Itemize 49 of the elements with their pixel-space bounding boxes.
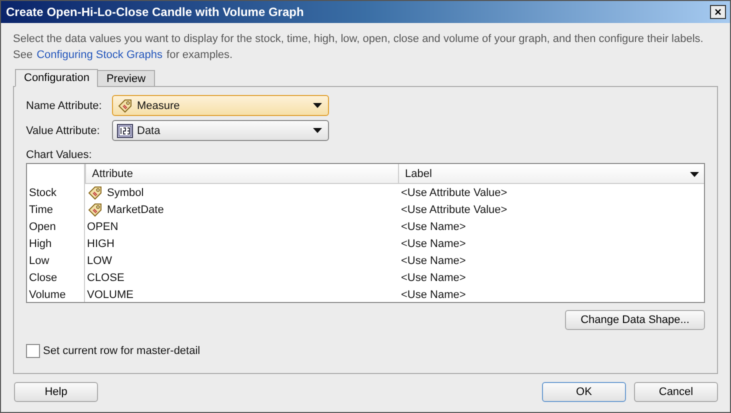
field-label: Value Attribute:	[26, 124, 101, 136]
table-cell[interactable]: <Use Name>	[398, 252, 704, 269]
row-header: Close	[27, 269, 85, 286]
table-cell[interactable]: CLOSE	[85, 269, 398, 286]
table-cell[interactable]: Symbol	[85, 184, 398, 201]
table-cell[interactable]: <Use Attribute Value>	[398, 201, 704, 218]
tag-icon	[87, 202, 103, 218]
checkbox-label: Set current row for master-detail	[43, 345, 200, 357]
table-cell[interactable]: MarketDate	[85, 201, 398, 218]
caret-icon	[313, 103, 322, 108]
row-header: Volume	[27, 286, 85, 302]
column-header[interactable]: Attribute	[85, 164, 398, 184]
row-header: Stock	[27, 184, 85, 201]
checkbox[interactable]	[26, 344, 40, 358]
row-header: High	[27, 235, 85, 252]
section-label: Chart Values:	[26, 149, 93, 161]
column-header[interactable]: Label	[398, 164, 704, 184]
tag-icon	[117, 98, 133, 114]
dialog-button[interactable]: OK	[542, 382, 626, 402]
dropdown[interactable]: Measure	[112, 95, 329, 116]
description-text: for examples.	[166, 48, 233, 63]
close-button[interactable]: ×	[710, 5, 726, 19]
dialog-button[interactable]: Help	[14, 382, 98, 402]
dialog-button[interactable]: Cancel	[634, 382, 718, 402]
tab[interactable]: Configuration	[15, 69, 98, 87]
caret-icon	[313, 128, 322, 133]
row-header: Low	[27, 252, 85, 269]
caret-icon	[690, 172, 699, 176]
table-cell[interactable]: VOLUME	[85, 286, 398, 302]
row-header: Time	[27, 201, 85, 218]
table-cell[interactable]: <Use Name>	[398, 269, 704, 286]
table-cell[interactable]: <Use Name>	[398, 235, 704, 252]
window-title: Create Open-Hi-Lo-Close Candle with Volume Graph	[6, 5, 304, 19]
table-cell[interactable]: HIGH	[85, 235, 398, 252]
table-cell[interactable]: <Use Name>	[398, 286, 704, 302]
tab[interactable]: Preview	[97, 70, 155, 87]
change-data-shape-button[interactable]: Change Data Shape...	[565, 310, 705, 330]
number-icon	[117, 124, 133, 138]
table-cell[interactable]: LOW	[85, 252, 398, 269]
help-link[interactable]: Configuring Stock Graphs	[36, 47, 163, 63]
description-text: Select the data values you want to display for the stock, time, high, low, open, close and volume of your graph, and then configure their labels.	[13, 32, 704, 47]
field-label: Name Attribute:	[26, 100, 103, 112]
dropdown[interactable]: Data	[112, 120, 329, 141]
description-text: See	[13, 48, 33, 63]
table-cell[interactable]: <Use Name>	[398, 218, 704, 235]
table-cell[interactable]: OPEN	[85, 218, 398, 235]
row-header: Open	[27, 218, 85, 235]
tag-icon	[87, 184, 103, 200]
table-cell[interactable]: <Use Attribute Value>	[398, 184, 704, 201]
